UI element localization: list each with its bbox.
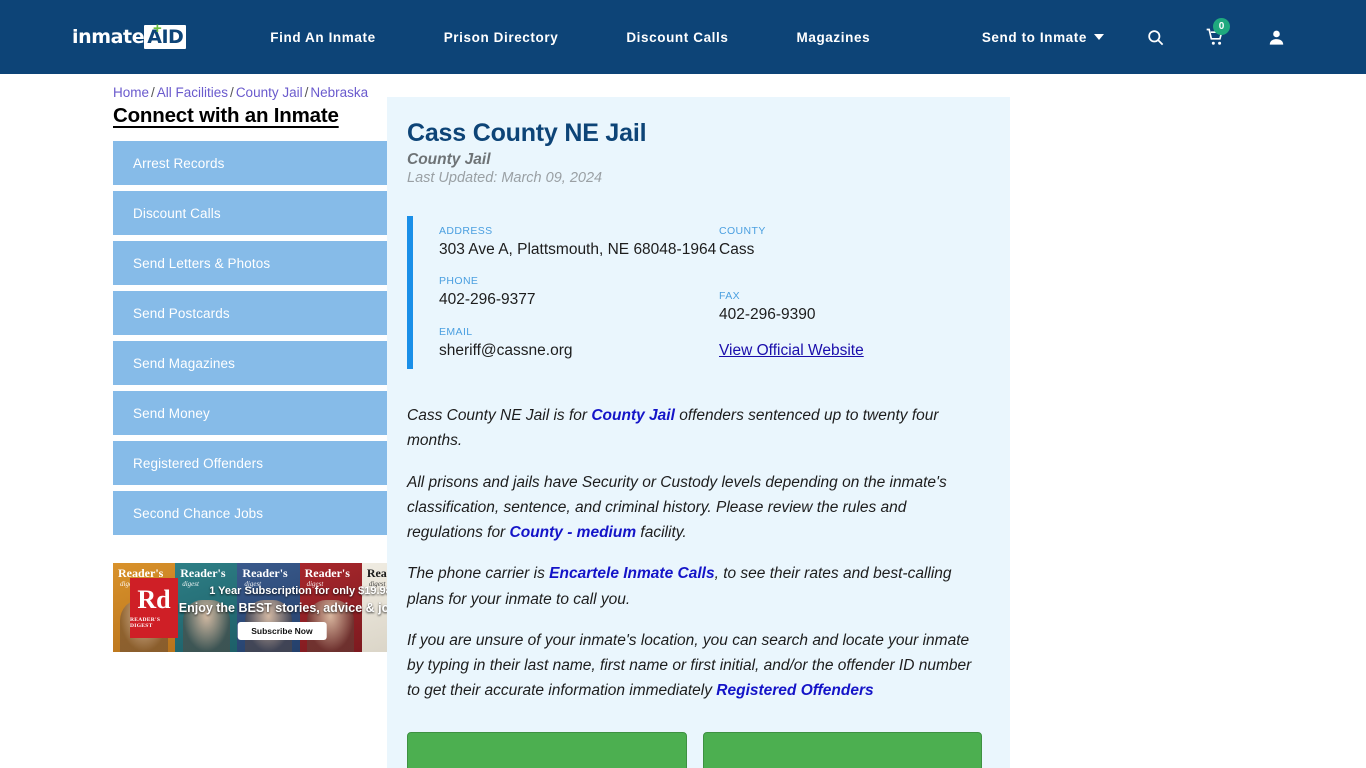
sidebar-item-label: Send Money xyxy=(133,405,210,421)
last-updated: Last Updated: March 09, 2024 xyxy=(407,170,603,186)
facility-type: County Jail xyxy=(407,151,491,168)
chevron-down-icon xyxy=(1094,34,1104,40)
sidebar-title: Connect with an Inmate xyxy=(113,104,339,127)
field-label: COUNTY xyxy=(719,225,766,237)
ad-cover-title: Reader's xyxy=(242,566,288,580)
contact-column-left: ADDRESS 303 Ave A, Plattsmouth, NE 68048… xyxy=(439,225,719,360)
nav-item-send-to-inmate[interactable]: Send to Inmate xyxy=(982,30,1104,45)
field-value: sheriff@cassne.org xyxy=(439,341,573,359)
facility-contact-block: ADDRESS 303 Ave A, Plattsmouth, NE 68048… xyxy=(407,216,982,370)
link-county-jail[interactable]: County Jail xyxy=(591,407,675,424)
official-website-link[interactable]: View Official Website xyxy=(719,342,864,359)
field-phone: PHONE 402-296-9377 xyxy=(439,275,719,309)
search-icon[interactable] xyxy=(1146,28,1165,47)
main-content: Cass County NE Jail County Jail Last Upd… xyxy=(350,74,1366,768)
contact-column-right: COUNTY Cass FAX 402-296-9390 View Offici… xyxy=(719,225,864,360)
field-email: EMAIL sheriff@cassne.org xyxy=(439,326,719,360)
p4-text-a: If you are unsure of your inmate's locat… xyxy=(407,631,972,700)
site-header: inmate + AID Find An Inmate Prison Direc… xyxy=(0,0,1366,74)
nav-item-magazines[interactable]: Magazines xyxy=(763,30,905,45)
main-nav: Find An Inmate Prison Directory Discount… xyxy=(236,30,904,45)
link-encartele-inmate-calls[interactable]: Encartele Inmate Calls xyxy=(549,565,714,582)
ad-cover-title: Reader's xyxy=(304,566,350,580)
breadcrumb-separator: / xyxy=(151,85,155,100)
sidebar-item-label: Discount Calls xyxy=(133,205,221,221)
breadcrumb-item-all-facilities[interactable]: All Facilities xyxy=(157,85,228,100)
field-official-website: View Official Website xyxy=(719,342,864,360)
header-right-actions: Send to Inmate 0 xyxy=(982,0,1366,74)
nav-item-prison-directory[interactable]: Prison Directory xyxy=(410,30,593,45)
field-value: Cass xyxy=(719,241,755,258)
field-value: 402-296-9377 xyxy=(439,291,536,309)
p2-text-b: facility. xyxy=(636,524,687,542)
ad-subscribe-button[interactable]: Subscribe Now xyxy=(237,622,327,640)
ad-headline: 1 Year Subscription for only $19.98 xyxy=(209,585,392,597)
field-label: EMAIL xyxy=(439,325,473,338)
page-title: Cass County NE Jail xyxy=(407,119,647,147)
sidebar-item-label: Send Letters & Photos xyxy=(133,255,271,271)
ad-cover-title: Reader's xyxy=(180,566,226,580)
cart-icon[interactable]: 0 xyxy=(1205,18,1230,47)
field-address: ADDRESS 303 Ave A, Plattsmouth, NE 68048… xyxy=(439,225,719,259)
paragraph-4: If you are unsure of your inmate's locat… xyxy=(407,628,982,704)
facility-card: Cass County NE Jail County Jail Last Upd… xyxy=(387,97,1010,768)
nav-item-discount-calls[interactable]: Discount Calls xyxy=(592,30,762,45)
field-value: 402-296-9390 xyxy=(719,306,816,324)
breadcrumb: Home / All Facilities / County Jail / Nebraska xyxy=(113,85,368,100)
field-label: ADDRESS xyxy=(439,225,493,237)
user-account-icon[interactable] xyxy=(1267,28,1286,47)
p3-text-a: The phone carrier is xyxy=(407,565,550,583)
breadcrumb-separator: / xyxy=(230,85,234,100)
sidebar-item-label: Registered Offenders xyxy=(133,455,264,471)
cta-button-right[interactable] xyxy=(702,731,982,768)
cta-button-left[interactable] xyxy=(407,731,687,768)
readers-digest-logo: Rd READER'S DIGEST xyxy=(130,578,178,638)
sidebar-item-label: Arrest Records xyxy=(133,155,225,171)
cta-button-row xyxy=(407,731,982,768)
sidebar: Connect with an Inmate Arrest Records Di… xyxy=(0,74,433,768)
rd-monogram: Rd xyxy=(137,585,171,614)
advertisement-banner[interactable]: Reader's digest Reader's digest Reader's… xyxy=(113,563,424,652)
paragraph-3: The phone carrier is Encartele Inmate Ca… xyxy=(407,561,982,612)
field-label: FAX xyxy=(719,290,741,303)
field-county: COUNTY Cass xyxy=(719,225,864,259)
nav-item-find-an-inmate[interactable]: Find An Inmate xyxy=(236,30,409,45)
logo-aid-box: AID xyxy=(144,25,187,49)
send-to-inmate-label: Send to Inmate xyxy=(981,29,1087,45)
breadcrumb-item-nebraska[interactable]: Nebraska xyxy=(310,85,368,100)
logo-text: inmate xyxy=(72,26,145,48)
field-fax: FAX 402-296-9390 xyxy=(719,290,864,324)
ad-subheadline: Enjoy the BEST stories, advice & jokes! xyxy=(178,601,415,615)
rd-wordmark: READER'S DIGEST xyxy=(130,617,161,629)
link-registered-offenders[interactable]: Registered Offenders xyxy=(716,682,873,699)
site-logo[interactable]: inmate + AID xyxy=(72,20,187,50)
paragraph-2: All prisons and jails have Security or C… xyxy=(407,470,982,546)
sidebar-item-label: Send Magazines xyxy=(133,355,235,371)
field-label: PHONE xyxy=(439,275,479,288)
sidebar-item-label: Send Postcards xyxy=(133,305,230,321)
logo-plus-icon: + xyxy=(153,20,162,37)
link-county-medium[interactable]: County - medium xyxy=(510,524,637,541)
field-value: 303 Ave A, Plattsmouth, NE 68048-1964 xyxy=(439,241,717,258)
breadcrumb-item-county-jail[interactable]: County Jail xyxy=(236,85,303,100)
sidebar-item-label: Second Chance Jobs xyxy=(133,505,264,521)
breadcrumb-item-home[interactable]: Home xyxy=(113,85,149,100)
cart-count-badge: 0 xyxy=(1213,18,1230,35)
facility-description: Cass County NE Jail is for County Jail o… xyxy=(407,403,982,704)
p1-text-a: Cass County NE Jail is for xyxy=(407,407,592,425)
paragraph-1: Cass County NE Jail is for County Jail o… xyxy=(407,403,982,454)
page-body: Connect with an Inmate Arrest Records Di… xyxy=(0,74,1366,768)
